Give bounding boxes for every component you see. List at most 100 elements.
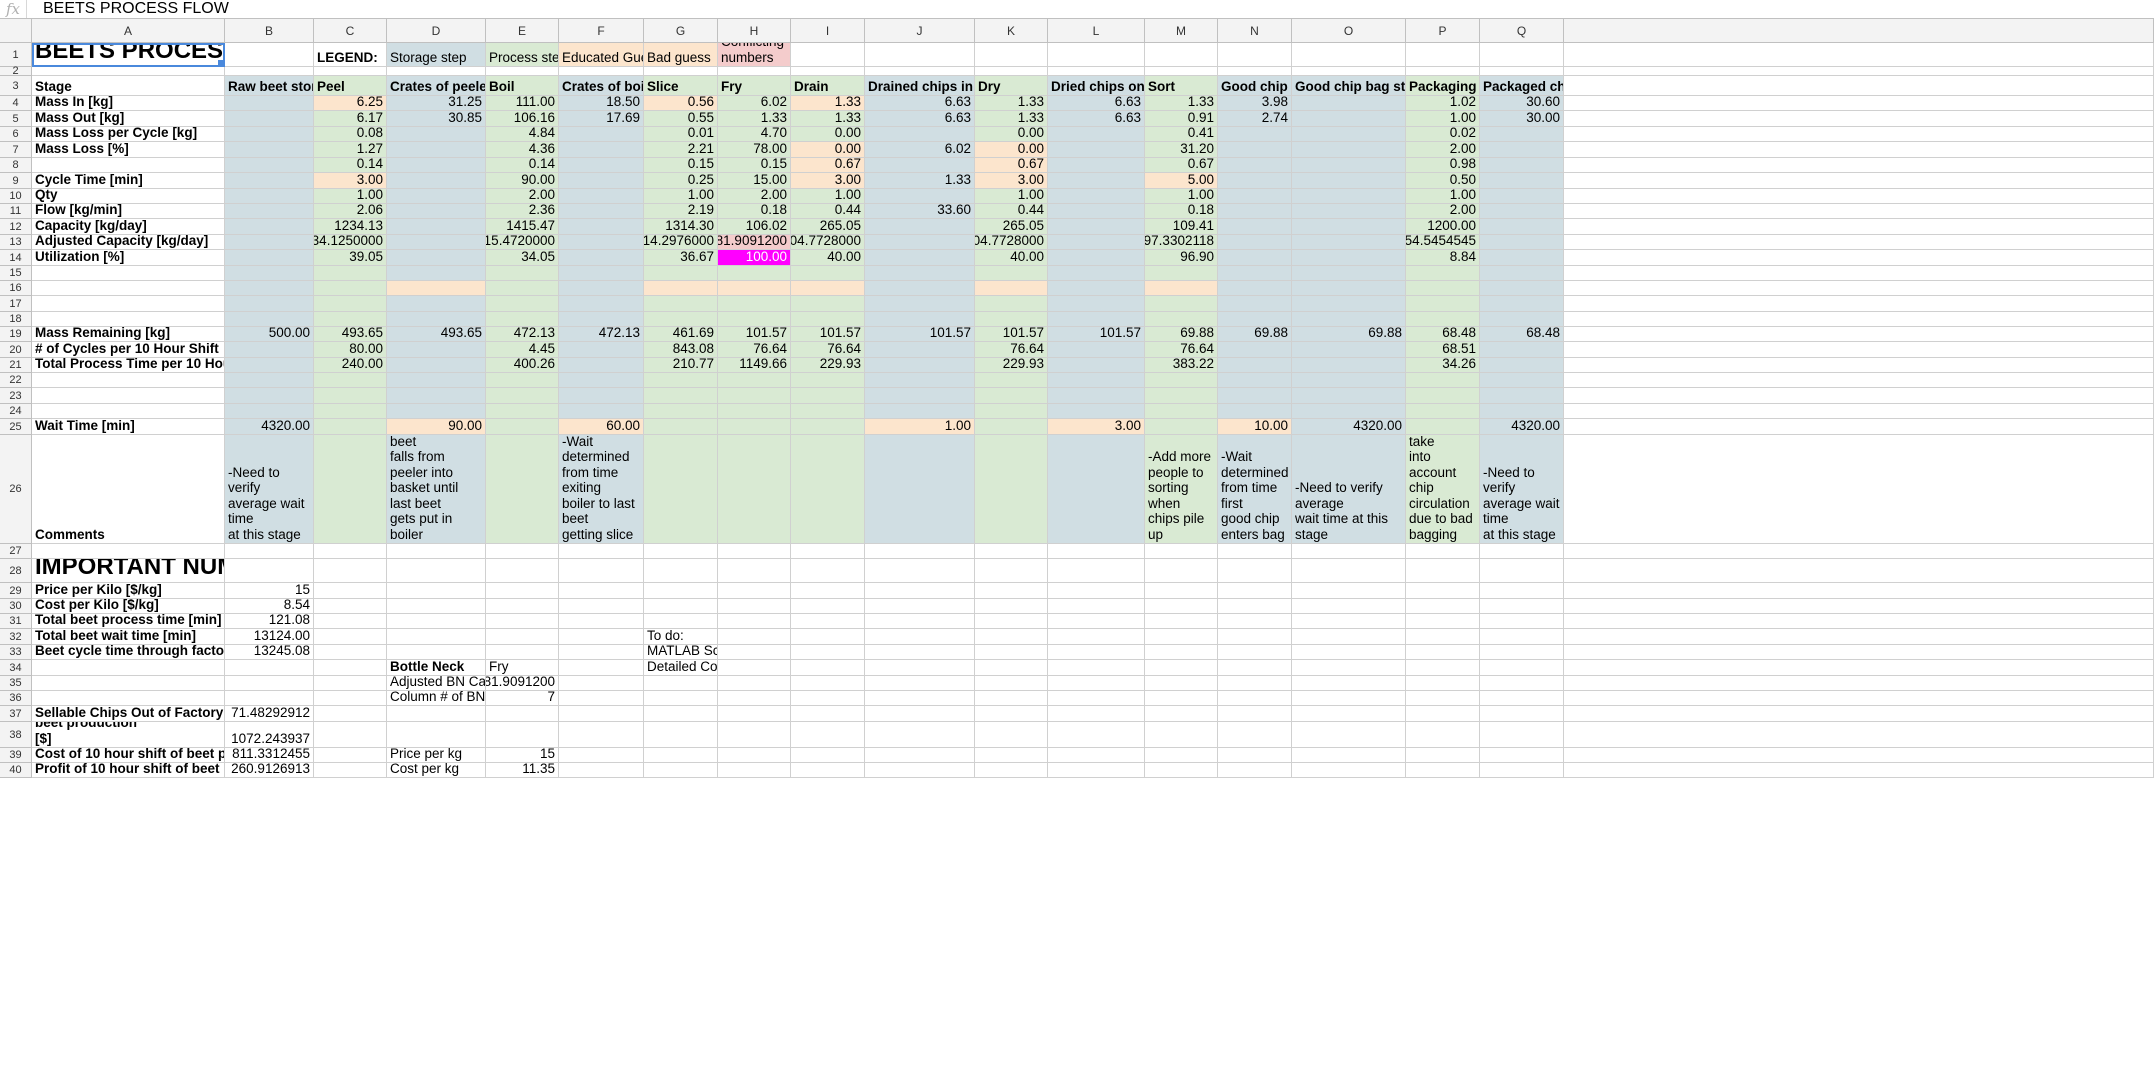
cell-f29[interactable]: [559, 583, 644, 599]
cell-e14[interactable]: 34.05: [486, 250, 559, 266]
row-header-21[interactable]: 21: [0, 358, 32, 373]
cell-o13[interactable]: [1292, 235, 1406, 250]
cell-q14[interactable]: [1480, 250, 1564, 266]
cell-g28[interactable]: [644, 559, 718, 583]
cell-n16[interactable]: [1218, 281, 1292, 296]
cell-l35[interactable]: [1048, 676, 1145, 691]
cell-n12[interactable]: [1218, 219, 1292, 235]
cell-b35[interactable]: [225, 676, 314, 691]
cell-l38[interactable]: [1048, 722, 1145, 748]
column-header-c[interactable]: C: [314, 19, 387, 43]
cell-d29[interactable]: [387, 583, 486, 599]
cell-m8[interactable]: 0.67: [1145, 158, 1218, 173]
cell-e6[interactable]: 4.84: [486, 127, 559, 142]
cell-q20[interactable]: [1480, 342, 1564, 358]
cell-d1[interactable]: Storage step: [387, 43, 486, 67]
cell-i34[interactable]: [791, 660, 865, 676]
cell-c30[interactable]: [314, 599, 387, 614]
cell-o6[interactable]: [1292, 127, 1406, 142]
cell-d22[interactable]: [387, 373, 486, 388]
cell-f19[interactable]: 472.13: [559, 327, 644, 342]
cell-h35[interactable]: [718, 676, 791, 691]
cell-q8[interactable]: [1480, 158, 1564, 173]
cell-i25[interactable]: [791, 419, 865, 435]
cell-a10[interactable]: Qty: [32, 189, 225, 204]
cell-a11[interactable]: Flow [kg/min]: [32, 204, 225, 219]
cell-i33[interactable]: [791, 645, 865, 660]
cell-j28[interactable]: [865, 559, 975, 583]
cell-n6[interactable]: [1218, 127, 1292, 142]
cell-l31[interactable]: [1048, 614, 1145, 629]
cell-i1[interactable]: [791, 43, 865, 67]
cell-p25[interactable]: [1406, 419, 1480, 435]
cell-j29[interactable]: [865, 583, 975, 599]
cell-e1[interactable]: Process step: [486, 43, 559, 67]
cell-g14[interactable]: 36.67: [644, 250, 718, 266]
cell-n25[interactable]: 10.00: [1218, 419, 1292, 435]
cell-k29[interactable]: [975, 583, 1048, 599]
cell-f18[interactable]: [559, 312, 644, 327]
cell-f40[interactable]: [559, 763, 644, 778]
cell-o21[interactable]: [1292, 358, 1406, 373]
column-header-q[interactable]: Q: [1480, 19, 1564, 43]
cell-f8[interactable]: [559, 158, 644, 173]
cell-j30[interactable]: [865, 599, 975, 614]
cell-c35[interactable]: [314, 676, 387, 691]
cell-i39[interactable]: [791, 748, 865, 763]
cell-b14[interactable]: [225, 250, 314, 266]
cell-c12[interactable]: 1234.13: [314, 219, 387, 235]
cell-j18[interactable]: [865, 312, 975, 327]
cell-a28[interactable]: IMPORTANT NUMBERS: [32, 559, 225, 583]
cell-m37[interactable]: [1145, 706, 1218, 722]
cell-q21[interactable]: [1480, 358, 1564, 373]
cell-p4[interactable]: 1.02: [1406, 96, 1480, 111]
cell-h40[interactable]: [718, 763, 791, 778]
cell-j31[interactable]: [865, 614, 975, 629]
cell-k13[interactable]: 1204.7728000: [975, 235, 1048, 250]
column-header-j[interactable]: J: [865, 19, 975, 43]
cell-i21[interactable]: 229.93: [791, 358, 865, 373]
cell-f37[interactable]: [559, 706, 644, 722]
cell-k9[interactable]: 3.00: [975, 173, 1048, 189]
cell-h2[interactable]: [718, 67, 791, 76]
cell-o35[interactable]: [1292, 676, 1406, 691]
cell-m28[interactable]: [1145, 559, 1218, 583]
cell-k35[interactable]: [975, 676, 1048, 691]
row-header-39[interactable]: 39: [0, 748, 32, 763]
cell-n31[interactable]: [1218, 614, 1292, 629]
cell-a31[interactable]: Total beet process time [min]: [32, 614, 225, 629]
cell-h34[interactable]: [718, 660, 791, 676]
cell-n38[interactable]: [1218, 722, 1292, 748]
cell-i3[interactable]: Drain: [791, 76, 865, 96]
cell-q19[interactable]: 68.48: [1480, 327, 1564, 342]
column-header-k[interactable]: K: [975, 19, 1048, 43]
cell-k37[interactable]: [975, 706, 1048, 722]
cell-n4[interactable]: 3.98: [1218, 96, 1292, 111]
cell-f2[interactable]: [559, 67, 644, 76]
cell-b34[interactable]: [225, 660, 314, 676]
cell-p28[interactable]: [1406, 559, 1480, 583]
cell-m21[interactable]: 383.22: [1145, 358, 1218, 373]
cell-l9[interactable]: [1048, 173, 1145, 189]
cell-d31[interactable]: [387, 614, 486, 629]
cell-e38[interactable]: [486, 722, 559, 748]
cell-k25[interactable]: [975, 419, 1048, 435]
cell-n36[interactable]: [1218, 691, 1292, 706]
column-header-a[interactable]: A: [32, 19, 225, 43]
cell-f3[interactable]: Crates of boiled: [559, 76, 644, 96]
cell-j25[interactable]: 1.00: [865, 419, 975, 435]
cell-o11[interactable]: [1292, 204, 1406, 219]
row-header-24[interactable]: 24: [0, 404, 32, 419]
cell-l24[interactable]: [1048, 404, 1145, 419]
cell-p37[interactable]: [1406, 706, 1480, 722]
cell-n37[interactable]: [1218, 706, 1292, 722]
cell-q30[interactable]: [1480, 599, 1564, 614]
cell-a40[interactable]: Profit of 10 hour shift of beet producti…: [32, 763, 225, 778]
cell-e5[interactable]: 106.16: [486, 111, 559, 127]
cell-d9[interactable]: [387, 173, 486, 189]
cell-h30[interactable]: [718, 599, 791, 614]
cell-a5[interactable]: Mass Out [kg]: [32, 111, 225, 127]
cell-o1[interactable]: [1292, 43, 1406, 67]
cell-h36[interactable]: [718, 691, 791, 706]
cell-m13[interactable]: 497.3302118: [1145, 235, 1218, 250]
